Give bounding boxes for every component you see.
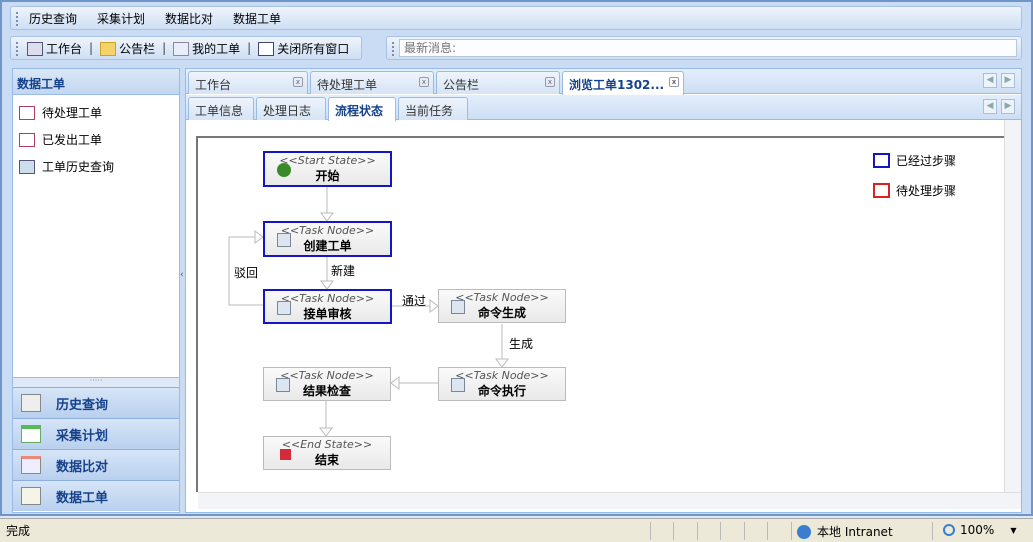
zoom-level[interactable]: 100% ▼ xyxy=(943,523,1016,537)
vertical-scrollbar[interactable] xyxy=(1004,120,1021,492)
task-icon xyxy=(451,378,465,392)
edge-label-generate: 生成 xyxy=(509,337,534,351)
node-result-check[interactable]: <<Task Node>> 结果检查 xyxy=(263,367,391,401)
task-icon xyxy=(451,300,465,314)
edge-label-pass: 通过 xyxy=(402,294,427,308)
task-icon xyxy=(277,301,291,315)
node-command-execute[interactable]: <<Task Node>> 命令执行 xyxy=(438,367,566,401)
node-accept-review[interactable]: <<Task Node>> 接单审核 xyxy=(263,289,392,324)
status-text: 完成 xyxy=(6,524,31,538)
zoom-icon xyxy=(943,524,955,536)
node-create-order[interactable]: <<Task Node>> 创建工单 xyxy=(263,221,392,257)
legend-swatch xyxy=(873,183,890,198)
chevron-down-icon[interactable]: ▼ xyxy=(1010,526,1016,535)
flow-edges xyxy=(228,187,509,437)
legend-passed: 已经过步骤 xyxy=(873,152,956,169)
node-end[interactable]: <<End State>> 结束 xyxy=(263,436,391,470)
task-icon xyxy=(277,233,291,247)
node-start[interactable]: <<Start State>> 开始 xyxy=(263,151,392,187)
legend-swatch xyxy=(873,153,890,168)
task-icon xyxy=(276,378,290,392)
globe-icon xyxy=(797,524,811,539)
node-command-generate[interactable]: <<Task Node>> 命令生成 xyxy=(438,289,566,323)
edge-label-new: 新建 xyxy=(331,264,356,278)
security-zone[interactable]: 本地 Intranet xyxy=(797,523,893,540)
horizontal-scrollbar[interactable] xyxy=(198,492,1021,509)
status-bar: 完成 本地 Intranet 100% ▼ xyxy=(0,518,1033,542)
legend-pending: 待处理步骤 xyxy=(873,182,956,199)
stop-icon xyxy=(280,449,291,460)
play-icon xyxy=(277,163,291,177)
edge-label-reject: 驳回 xyxy=(234,266,259,280)
